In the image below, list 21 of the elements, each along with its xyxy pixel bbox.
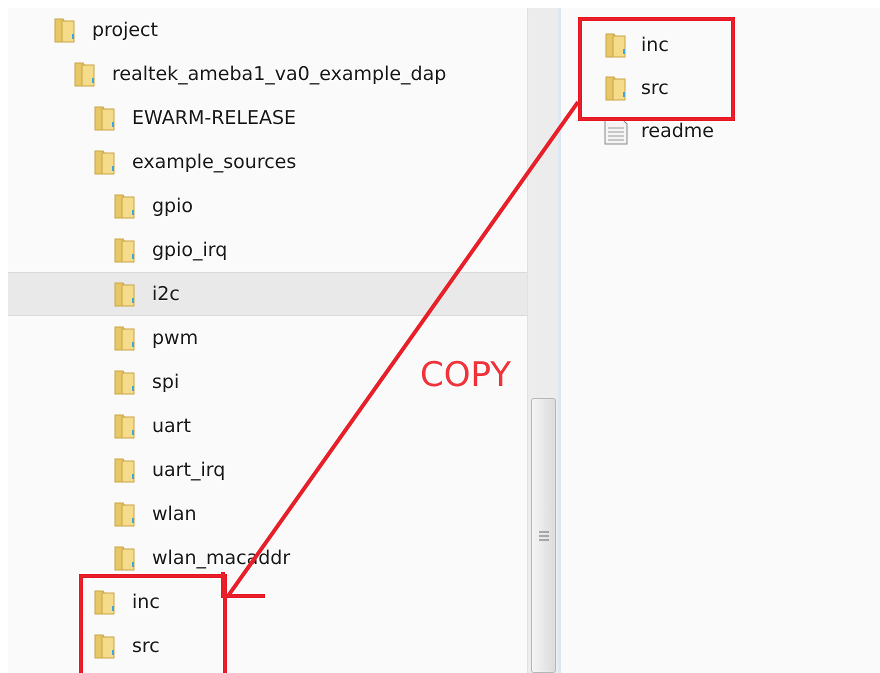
file-item[interactable]: src: [603, 66, 880, 109]
tree-item[interactable]: i2c: [8, 272, 527, 316]
scrollbar-thumb[interactable]: [531, 398, 556, 673]
tree-item[interactable]: src: [8, 624, 168, 668]
tree-item[interactable]: example_sources: [8, 140, 304, 184]
scrollbar[interactable]: [527, 8, 558, 673]
tree-item[interactable]: realtek_ameba1_va0_example_dap: [8, 52, 454, 96]
grip-icon: [538, 530, 550, 540]
tree-item[interactable]: inc: [8, 580, 168, 624]
tree-item[interactable]: spi: [8, 360, 188, 404]
tree-item[interactable]: project: [8, 8, 166, 52]
tree-item[interactable]: gpio: [8, 184, 202, 228]
tree-item[interactable]: uart_irq: [8, 448, 234, 492]
tree-item[interactable]: uart: [8, 404, 199, 448]
file-item[interactable]: readme: [603, 109, 880, 152]
tree-item[interactable]: gpio_irq: [8, 228, 236, 272]
file-item[interactable]: inc: [603, 23, 880, 66]
tree-item[interactable]: pwm: [8, 316, 206, 360]
copy-annotation: COPY: [420, 355, 512, 395]
tree-item[interactable]: wlan: [8, 492, 205, 536]
tree-item[interactable]: EWARM-RELEASE: [8, 96, 304, 140]
